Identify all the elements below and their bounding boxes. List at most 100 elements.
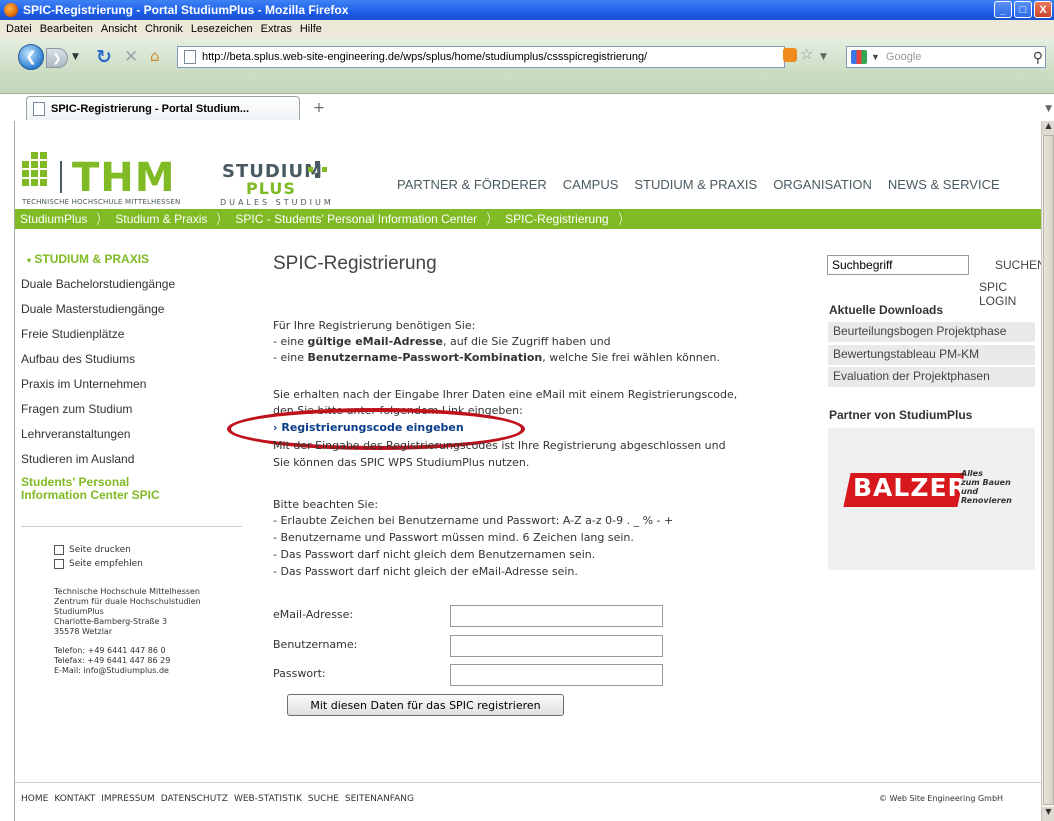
footer-link-suche[interactable]: SUCHE bbox=[308, 794, 339, 804]
partner-logo-box[interactable]: BALZER Alles zum Bauen und Renovieren bbox=[828, 428, 1035, 570]
sidebar-item-praxis[interactable]: Praxis im Unternehmen bbox=[21, 377, 146, 391]
menu-datei[interactable]: Datei bbox=[6, 23, 32, 35]
footer-copyright[interactable]: © Web Site Engineering GmbH bbox=[879, 794, 1003, 803]
download-item[interactable]: Evaluation der Projektphasen bbox=[828, 367, 1035, 387]
menu-extras[interactable]: Extras bbox=[261, 23, 292, 35]
back-icon[interactable]: ❮ bbox=[18, 44, 44, 70]
search-input[interactable]: Suchbegriff bbox=[827, 255, 969, 275]
nav-studium-praxis[interactable]: STUDIUM & PRAXIS bbox=[634, 177, 757, 192]
reload-icon[interactable]: ↻ bbox=[96, 46, 112, 68]
breadcrumb-item-spic[interactable]: SPIC - Students' Personal Information Ce… bbox=[235, 212, 477, 226]
search-engine-icon[interactable] bbox=[851, 50, 867, 64]
sidebar-title[interactable]: ▾ STUDIUM & PRAXIS bbox=[27, 252, 149, 266]
footer-link-seitenanfang[interactable]: SEITENANFANG bbox=[345, 794, 414, 804]
url-text[interactable]: http://beta.splus.web-site-engineering.d… bbox=[202, 51, 784, 63]
footer-link-impressum[interactable]: IMPRESSUM bbox=[101, 794, 155, 804]
magnifier-icon[interactable]: ⚲ bbox=[1033, 49, 1043, 66]
close-button[interactable]: X bbox=[1034, 1, 1052, 18]
url-bar[interactable]: http://beta.splus.web-site-engineering.d… bbox=[177, 46, 785, 68]
sidebar-item-aufbau[interactable]: Aufbau des Studiums bbox=[21, 352, 135, 366]
page-scrollbar[interactable]: ▲ ▼ bbox=[1041, 121, 1054, 821]
breadcrumb: StudiumPlus 〉 Studium & Praxis 〉 SPIC - … bbox=[15, 209, 1041, 229]
note-item: - Erlaubte Zeichen bei Benutzername und … bbox=[273, 514, 674, 527]
downloads-title: Aktuelle Downloads bbox=[829, 303, 944, 317]
register-button[interactable]: Mit diesen Daten für das SPIC registrier… bbox=[287, 694, 564, 716]
nav-news-service[interactable]: NEWS & SERVICE bbox=[888, 177, 1000, 192]
email-label: eMail-Adresse: bbox=[273, 608, 354, 621]
search-button[interactable]: SUCHEN bbox=[995, 258, 1041, 272]
menu-bar: Datei Bearbeiten Ansicht Chronik Lesezei… bbox=[0, 20, 1054, 38]
req1-bold: gültige eMail-Adresse bbox=[307, 335, 443, 348]
req1-prefix: - eine bbox=[273, 335, 308, 348]
username-label: Benutzername: bbox=[273, 638, 358, 651]
address-line: Technische Hochschule Mittelhessen bbox=[54, 587, 200, 596]
stop-icon[interactable]: ✕ bbox=[124, 47, 138, 67]
balzer-slogan-line: zum Bauen bbox=[961, 478, 1011, 487]
tab-list-icon[interactable]: ▼ bbox=[1045, 104, 1052, 114]
nav-partner[interactable]: PARTNER & FÖRDERER bbox=[397, 177, 547, 192]
sidebar-item-master[interactable]: Duale Masterstudiengänge bbox=[21, 302, 164, 316]
download-item[interactable]: Bewertungstableau PM-KM bbox=[828, 345, 1035, 365]
sidebar-item-bachelor[interactable]: Duale Bachelorstudiengänge bbox=[21, 277, 175, 291]
menu-ansicht[interactable]: Ansicht bbox=[101, 23, 137, 35]
breadcrumb-item-registrierung[interactable]: SPIC-Registrierung bbox=[505, 212, 608, 226]
menu-chronik[interactable]: Chronik bbox=[145, 23, 183, 35]
scroll-up-icon[interactable]: ▲ bbox=[1042, 121, 1054, 135]
tab-spic-registrierung[interactable]: SPIC-Registrierung - Portal Studium... bbox=[26, 96, 300, 120]
recommend-page-link[interactable]: Seite empfehlen bbox=[54, 559, 143, 569]
engine-dropdown-icon[interactable]: ▼ bbox=[871, 52, 880, 62]
scroll-thumb[interactable] bbox=[1043, 135, 1054, 805]
contact-email[interactable]: E-Mail: info@Studiumplus.de bbox=[54, 666, 169, 675]
breadcrumb-item-studium-praxis[interactable]: Studium & Praxis bbox=[115, 212, 207, 226]
footer-link-statistik[interactable]: WEB-STATISTIK bbox=[234, 794, 302, 804]
info-text-4: Sie können das SPIC WPS StudiumPlus nutz… bbox=[273, 456, 530, 469]
username-field[interactable] bbox=[450, 635, 663, 657]
recommend-label: Seite empfehlen bbox=[69, 559, 143, 569]
forward-icon[interactable]: ❯ bbox=[46, 48, 68, 68]
password-label: Passwort: bbox=[273, 667, 326, 680]
maximize-button[interactable]: □ bbox=[1014, 1, 1032, 18]
contact-fax: Telefax: +49 6441 447 86 29 bbox=[54, 656, 171, 665]
window-title: SPIC-Registrierung - Portal StudiumPlus … bbox=[23, 3, 349, 17]
footer-link-home[interactable]: HOME bbox=[21, 794, 48, 804]
email-field[interactable] bbox=[450, 605, 663, 627]
password-field[interactable] bbox=[450, 664, 663, 686]
star-icon[interactable]: ☆ bbox=[800, 45, 813, 63]
chevron-right-icon: 〉 bbox=[97, 211, 106, 227]
balzer-slogan: Alles zum Bauen und Renovieren bbox=[961, 469, 1021, 505]
nav-organisation[interactable]: ORGANISATION bbox=[773, 177, 872, 192]
main-navigation: PARTNER & FÖRDERER CAMPUS STUDIUM & PRAX… bbox=[397, 177, 1000, 192]
sidebar-item-ausland[interactable]: Studieren im Ausland bbox=[21, 452, 134, 466]
scroll-down-icon[interactable]: ▼ bbox=[1042, 807, 1054, 821]
req2-suffix: , welche Sie frei wählen können. bbox=[542, 351, 721, 364]
balzer-logo[interactable]: BALZER Alles zum Bauen und Renovieren bbox=[843, 469, 1017, 511]
new-tab-button[interactable]: + bbox=[306, 98, 332, 118]
minimize-button[interactable]: _ bbox=[994, 1, 1012, 18]
home-icon[interactable]: ⌂ bbox=[150, 47, 160, 65]
download-item[interactable]: Beurteilungsbogen Projektphase bbox=[828, 322, 1035, 342]
balzer-wordmark: BALZER bbox=[853, 473, 968, 502]
rss-icon[interactable] bbox=[783, 48, 797, 62]
spic-login-link[interactable]: SPIC LOGIN bbox=[979, 280, 1041, 308]
note-item: - Das Passwort darf nicht gleich dem Ben… bbox=[273, 548, 596, 561]
sidebar-item-spic-active[interactable]: Students' Personal Information Center SP… bbox=[21, 476, 160, 502]
sidebar-item-freie-plaetze[interactable]: Freie Studienplätze bbox=[21, 327, 124, 341]
info-text-1: Sie erhalten nach der Eingabe Ihrer Date… bbox=[273, 388, 738, 401]
url-dropdown-icon[interactable]: ▼ bbox=[820, 52, 827, 62]
thm-grid-icon bbox=[22, 152, 52, 191]
note-title: Bitte beachten Sie: bbox=[273, 498, 379, 511]
footer-link-datenschutz[interactable]: DATENSCHUTZ bbox=[161, 794, 228, 804]
menu-bearbeiten[interactable]: Bearbeiten bbox=[40, 23, 93, 35]
history-dropdown-icon[interactable]: ▼ bbox=[72, 52, 79, 62]
nav-campus[interactable]: CAMPUS bbox=[563, 177, 619, 192]
sidebar-item-fragen[interactable]: Fragen zum Studium bbox=[21, 402, 132, 416]
address-line: Charlotte-Bamberg-Straße 3 bbox=[54, 617, 168, 626]
footer-link-kontakt[interactable]: KONTAKT bbox=[54, 794, 95, 804]
breadcrumb-item-studiumplus[interactable]: StudiumPlus bbox=[20, 212, 87, 226]
menu-lesezeichen[interactable]: Lesezeichen bbox=[191, 23, 253, 35]
sidebar-item-lehrveranstaltungen[interactable]: Lehrveranstaltungen bbox=[21, 427, 130, 441]
print-page-link[interactable]: Seite drucken bbox=[54, 545, 131, 555]
search-box[interactable]: ▼ Google ⚲ bbox=[846, 46, 1046, 68]
menu-hilfe[interactable]: Hilfe bbox=[300, 23, 322, 35]
page-content: THM TECHNISCHE HOCHSCHULE MITTELHESSEN S… bbox=[14, 121, 1041, 821]
